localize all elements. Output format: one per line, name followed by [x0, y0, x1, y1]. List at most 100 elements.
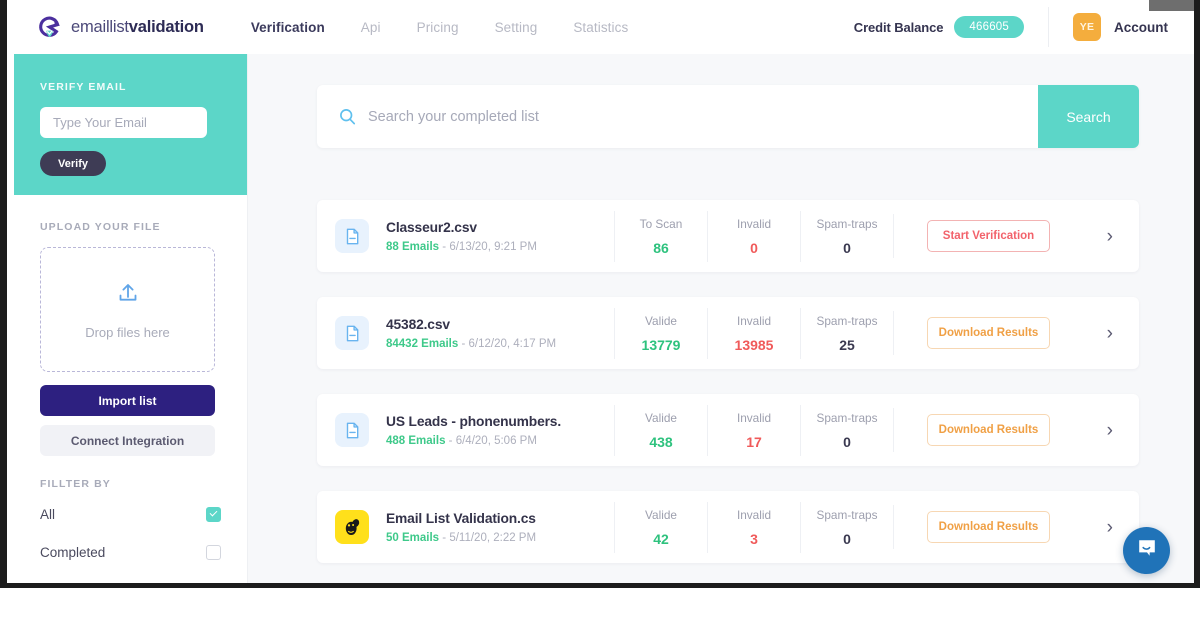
download-results-button[interactable]: Download Results — [927, 511, 1050, 543]
file-meta: Email List Validation.cs 50 Emails - 5/1… — [386, 511, 614, 544]
verify-email-panel: VERIFY EMAIL Verify — [14, 54, 247, 195]
stat-invalid: Invalid 0 — [707, 210, 800, 262]
mailchimp-icon — [335, 510, 369, 544]
brand-name: emaillistvalidation — [71, 18, 204, 37]
file-sub: 50 Emails - 5/11/20, 2:22 PM — [386, 532, 614, 544]
file-name: 45382.csv — [386, 316, 450, 332]
search-input[interactable] — [356, 108, 1038, 125]
chevron-right-icon[interactable]: › — [1107, 324, 1113, 343]
stat-value: 3 — [750, 530, 758, 547]
filter-item-completed-checkbox[interactable] — [206, 544, 221, 560]
row-action-cell: Start Verification — [893, 214, 1083, 258]
file-document-icon — [335, 413, 369, 447]
file-date: 5/11/20, 2:22 PM — [449, 531, 537, 544]
stat-value: 13779 — [641, 336, 681, 353]
stat-label: Valide — [645, 507, 677, 522]
stat-spam-traps: Spam-traps 0 — [800, 210, 893, 262]
stat-value: 17 — [746, 433, 762, 450]
stat-label: Invalid — [736, 313, 772, 328]
nav-item-pricing[interactable]: Pricing — [415, 16, 461, 39]
file-name: US Leads - phonenumbers. — [386, 413, 562, 429]
stat-label: Spam-traps — [816, 216, 878, 231]
file-date: 6/4/20, 5:06 PM — [455, 434, 537, 447]
credit-balance-badge: 466605 — [954, 16, 1024, 38]
download-results-button[interactable]: Download Results — [927, 317, 1050, 349]
row-action-cell: Download Results — [893, 408, 1083, 452]
stat-label: Spam-traps — [816, 313, 878, 328]
upload-icon — [115, 280, 141, 311]
nav-item-setting[interactable]: Setting — [493, 16, 540, 39]
stat-label: Valide — [645, 313, 677, 328]
nav-item-statistics[interactable]: Statistics — [571, 16, 630, 39]
stat-to-scan: To Scan 86 — [614, 210, 707, 262]
sidebar: VERIFY EMAIL Verify UPLOAD YOUR FILE Dro… — [14, 54, 248, 583]
filter-item-all-label: All — [40, 506, 56, 522]
table-row[interactable]: 45382.csv 84432 Emails - 6/12/20, 4:17 P… — [317, 297, 1139, 369]
stat-label: Valide — [645, 410, 677, 425]
credit-balance: Credit Balance 466605 — [854, 16, 1048, 38]
stat-value: 0 — [843, 433, 851, 450]
file-name: Email List Validation.cs — [386, 510, 536, 526]
verify-button[interactable]: Verify — [40, 151, 106, 176]
file-dropzone[interactable]: Drop files here — [40, 247, 215, 372]
connect-integration-button[interactable]: Connect Integration — [40, 425, 215, 456]
filter-section: FILLTER BY All Completed — [14, 456, 247, 566]
account-label: Account — [1114, 19, 1168, 35]
file-document-icon — [335, 316, 369, 350]
dropzone-text: Drop files here — [85, 324, 170, 340]
app-window: emaillistvalidation Verification Api Pri… — [0, 0, 1200, 588]
stat-value: 0 — [843, 530, 851, 547]
start-verification-button[interactable]: Start Verification — [927, 220, 1050, 252]
email-input[interactable] — [40, 107, 207, 138]
import-list-button[interactable]: Import list — [40, 385, 215, 416]
avatar: YE — [1073, 13, 1101, 41]
sub-separator: - — [442, 531, 447, 544]
stat-value: 0 — [843, 239, 851, 256]
stat-label: Spam-traps — [816, 507, 878, 522]
table-row[interactable]: Email List Validation.cs 50 Emails - 5/1… — [317, 491, 1139, 563]
filter-item-all[interactable]: All — [40, 500, 221, 528]
stat-invalid: Invalid 3 — [707, 501, 800, 553]
email-count: 488 Emails — [386, 434, 446, 447]
filter-item-completed[interactable]: Completed — [40, 538, 221, 566]
file-sub: 88 Emails - 6/13/20, 9:21 PM — [386, 241, 614, 253]
account-menu[interactable]: YE Account — [1048, 7, 1194, 47]
emaillistvalidation-logo-icon — [36, 14, 63, 41]
chevron-right-icon[interactable]: › — [1107, 518, 1113, 537]
stat-label: Invalid — [736, 410, 772, 425]
stat-label: Invalid — [736, 216, 772, 231]
stat-spam-traps: Spam-traps 0 — [800, 404, 893, 456]
stat-value: 86 — [653, 239, 669, 256]
table-row[interactable]: Classeur2.csv 88 Emails - 6/13/20, 9:21 … — [317, 200, 1139, 272]
search-button[interactable]: Search — [1038, 85, 1139, 148]
main-content: Search Classeur2.csv 88 Emails - — [248, 54, 1194, 583]
email-count: 88 Emails — [386, 240, 440, 253]
chat-launcher-button[interactable] — [1123, 527, 1170, 574]
stat-valide: Valide 13779 — [614, 307, 707, 359]
stat-label: Spam-traps — [816, 410, 878, 425]
stat-spam-traps: Spam-traps 25 — [800, 307, 893, 359]
chevron-right-icon[interactable]: › — [1107, 421, 1113, 440]
file-meta: US Leads - phonenumbers. 488 Emails - 6/… — [386, 414, 614, 447]
download-results-button[interactable]: Download Results — [927, 414, 1050, 446]
filter-item-all-checkbox[interactable] — [206, 506, 221, 522]
file-date: 6/13/20, 9:21 PM — [449, 240, 537, 253]
stat-invalid: Invalid 17 — [707, 404, 800, 456]
chevron-right-icon[interactable]: › — [1107, 227, 1113, 246]
file-sub: 488 Emails - 6/4/20, 5:06 PM — [386, 435, 614, 447]
completed-lists: Classeur2.csv 88 Emails - 6/13/20, 9:21 … — [317, 200, 1139, 583]
brand-logo-group[interactable]: emaillistvalidation — [36, 14, 204, 41]
email-count: 50 Emails — [386, 531, 440, 544]
horizontal-scrollbar-thumb[interactable] — [1149, 0, 1194, 11]
email-count: 84432 Emails — [386, 337, 459, 350]
table-row[interactable]: US Leads - phonenumbers. 488 Emails - 6/… — [317, 394, 1139, 466]
file-meta: Classeur2.csv 88 Emails - 6/13/20, 9:21 … — [386, 220, 614, 253]
nav-item-api[interactable]: Api — [359, 16, 383, 39]
credit-balance-label: Credit Balance — [853, 19, 944, 35]
file-date: 6/12/20, 4:17 PM — [468, 337, 557, 350]
stat-value: 42 — [653, 530, 669, 547]
nav-item-verification[interactable]: Verification — [249, 16, 327, 39]
brand-name-bold: validation — [128, 17, 204, 36]
filter-item-completed-label: Completed — [40, 544, 106, 560]
stat-invalid: Invalid 13985 — [707, 307, 800, 359]
